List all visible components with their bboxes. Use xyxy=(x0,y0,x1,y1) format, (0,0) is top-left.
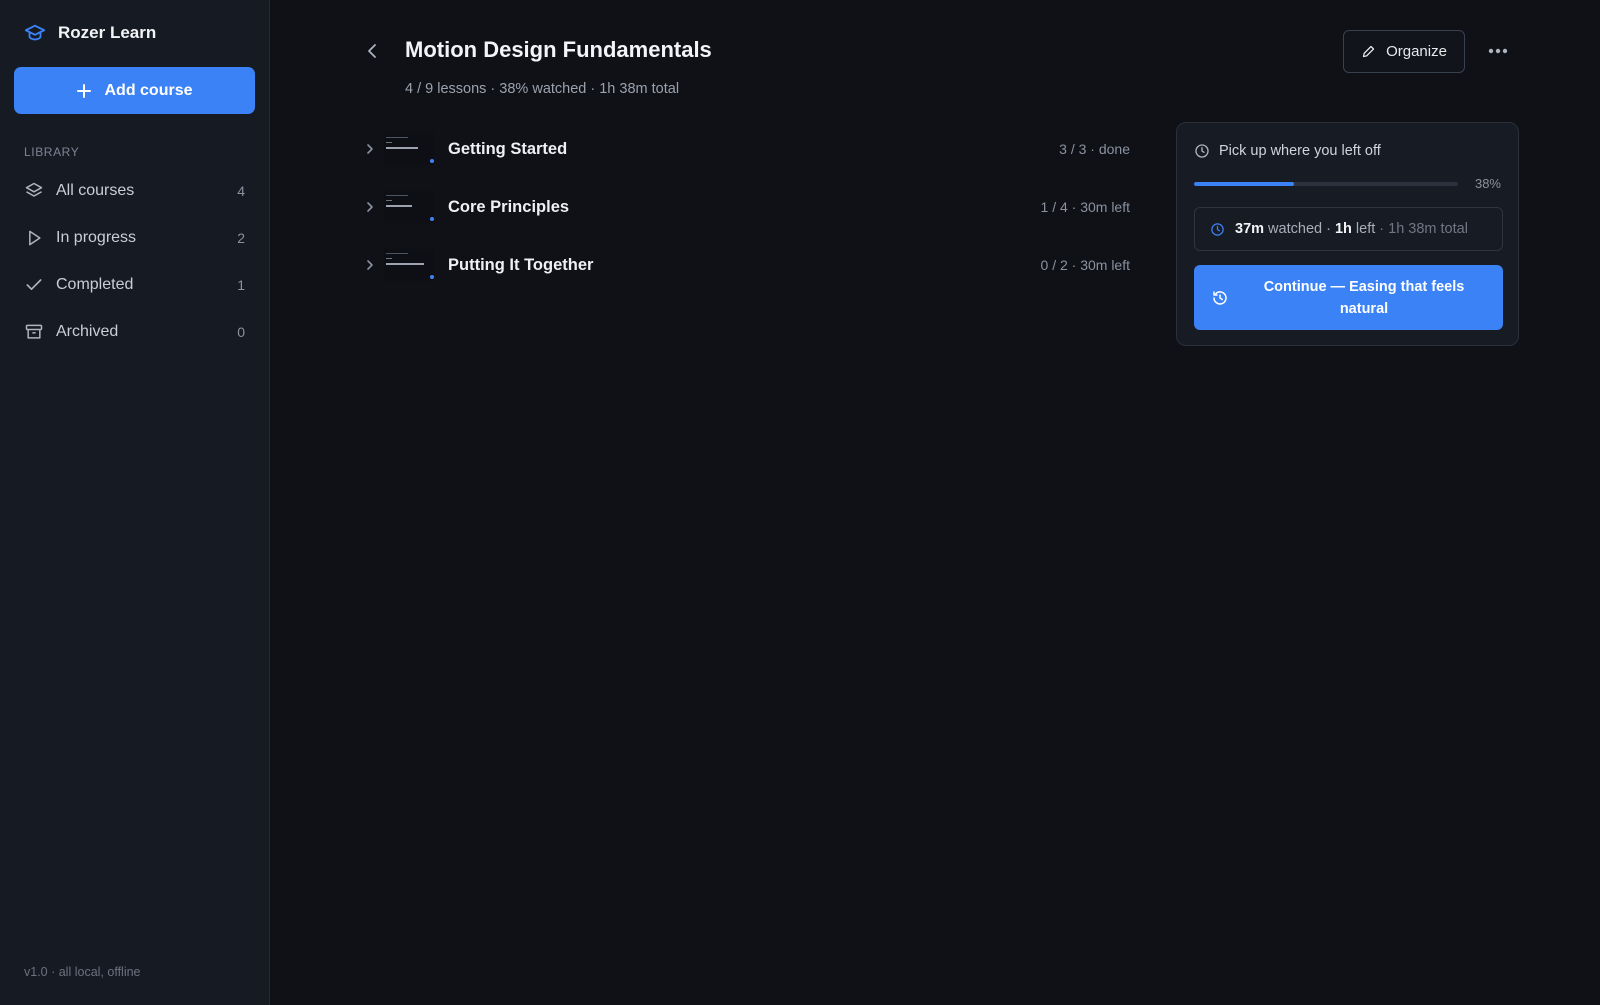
history-icon xyxy=(1211,289,1229,307)
app-root: Rozer Learn Add course LIBRARY All cours… xyxy=(0,0,1600,1005)
check-icon xyxy=(24,275,44,295)
section-title: Putting It Together xyxy=(448,255,594,274)
chevron-right-icon[interactable] xyxy=(362,141,378,157)
section-thumbnail xyxy=(384,191,434,223)
organize-label: Organize xyxy=(1386,43,1447,60)
chevron-left-icon xyxy=(366,43,378,59)
graduation-cap-icon xyxy=(24,22,46,44)
resume-heading-label: Pick up where you left off xyxy=(1219,143,1381,159)
organize-button[interactable]: Organize xyxy=(1343,30,1465,73)
continue-label: Continue — Easing that feels natural xyxy=(1263,278,1465,317)
left-text: left xyxy=(1351,221,1376,237)
course-detail: Motion Design Fundamentals 4 / 9 lessons… xyxy=(270,0,1600,1005)
course-sections: Getting Started 3 / 3 · done Core Princi… xyxy=(362,120,1130,294)
more-horizontal-icon xyxy=(1488,48,1508,54)
resume-card: Pick up where you left off 38% 37m watch… xyxy=(1176,122,1519,346)
back-button[interactable] xyxy=(362,40,382,62)
archive-icon xyxy=(24,322,44,342)
version-note: v1.0 · all local, offline xyxy=(24,965,141,979)
app-name: Rozer Learn xyxy=(58,23,157,42)
course-progress-fill xyxy=(1194,182,1295,186)
add-course-button[interactable]: Add course xyxy=(14,67,255,114)
watched-text: watched · xyxy=(1264,221,1335,237)
sidebar-item-in-progress[interactable]: In progress 2 xyxy=(0,214,269,261)
sidebar-item-all-courses[interactable]: All courses 4 xyxy=(0,167,269,214)
section-thumbnail xyxy=(384,249,434,281)
section-progress: 1 / 4 · 30m left xyxy=(1040,199,1130,215)
sidebar-item-count: 0 xyxy=(237,323,245,340)
plus-icon xyxy=(76,83,92,99)
sidebar-item-count: 2 xyxy=(237,229,245,246)
section-row[interactable]: Getting Started 3 / 3 · done xyxy=(362,120,1130,178)
section-thumbnail xyxy=(384,133,434,165)
section-row[interactable]: Core Principles 1 / 4 · 30m left xyxy=(362,178,1130,236)
section-progress: 3 / 3 · done xyxy=(1059,141,1130,157)
total-time: · 1h 38m total xyxy=(1375,221,1468,237)
course-progress-percent: 38% xyxy=(1474,176,1501,191)
sidebar-item-label: Archived xyxy=(56,322,119,340)
time-left: 1h xyxy=(1334,221,1352,237)
more-options-button[interactable] xyxy=(1485,40,1511,62)
library-section-label: LIBRARY xyxy=(24,145,80,159)
section-title: Core Principles xyxy=(448,197,570,216)
play-icon xyxy=(24,228,44,248)
clock-icon xyxy=(1194,143,1210,159)
section-title: Getting Started xyxy=(448,139,568,158)
layers-icon xyxy=(24,181,44,201)
pencil-icon xyxy=(1361,44,1376,59)
continue-lesson-button[interactable]: Continue — Easing that feels natural xyxy=(1194,265,1503,330)
course-summary: 4 / 9 lessons · 38% watched · 1h 38m tot… xyxy=(405,81,680,97)
sidebar-item-label: All courses xyxy=(56,181,135,199)
page-title: Motion Design Fundamentals xyxy=(405,37,712,62)
course-progress-bar xyxy=(1194,182,1458,186)
resume-heading: Pick up where you left off xyxy=(1194,143,1381,159)
sidebar-item-label: In progress xyxy=(56,228,137,246)
section-progress: 0 / 2 · 30m left xyxy=(1040,257,1130,273)
add-course-label: Add course xyxy=(104,81,193,99)
sidebar-item-label: Completed xyxy=(56,275,134,293)
sidebar-item-archived[interactable]: Archived 0 xyxy=(0,308,269,355)
sidebar-item-count: 4 xyxy=(237,182,245,199)
watch-stats: 37m watched · 1h left · 1h 38m total xyxy=(1194,207,1503,251)
chevron-right-icon[interactable] xyxy=(362,199,378,215)
brand: Rozer Learn xyxy=(0,0,269,66)
sidebar: Rozer Learn Add course LIBRARY All cours… xyxy=(0,0,270,1005)
sidebar-item-count: 1 xyxy=(237,276,245,293)
clock-icon xyxy=(1210,222,1225,237)
sidebar-item-completed[interactable]: Completed 1 xyxy=(0,261,269,308)
chevron-right-icon[interactable] xyxy=(362,257,378,273)
section-row[interactable]: Putting It Together 0 / 2 · 30m left xyxy=(362,236,1130,294)
watched-time: 37m xyxy=(1235,221,1265,237)
